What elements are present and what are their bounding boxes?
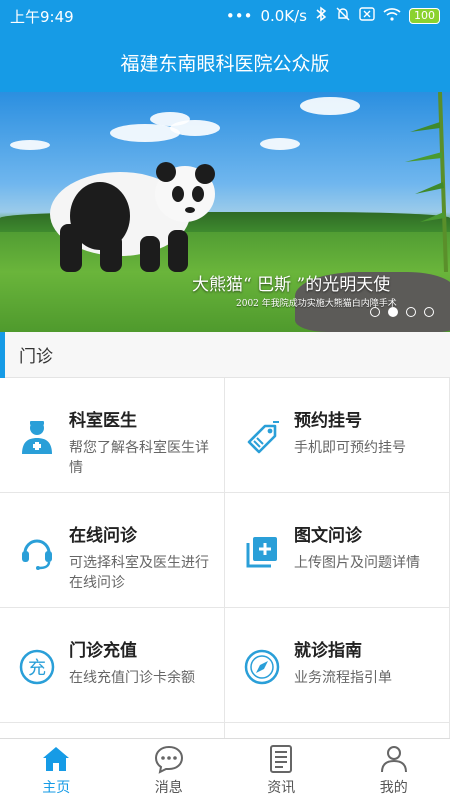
service-title: 门诊充值 [69, 641, 137, 661]
sim-icon [359, 7, 375, 25]
doctor-icon [22, 421, 52, 454]
tab-profile[interactable]: 我的 [338, 739, 450, 800]
tab-home[interactable]: 主页 [0, 739, 113, 800]
tab-label: 资讯 [267, 779, 296, 796]
carousel-dot[interactable] [424, 307, 434, 317]
cloud [300, 97, 360, 115]
service-recharge[interactable]: 充 门诊充值 在线充值门诊卡余额 [0, 608, 225, 723]
user-icon [380, 745, 407, 772]
tab-label: 我的 [379, 779, 408, 796]
app-header: 福建东南眼科医院公众版 [0, 32, 450, 92]
service-title: 预约挂号 [294, 411, 362, 431]
battery-indicator: 100 [409, 8, 440, 24]
service-desc: 手机即可预约挂号 [294, 440, 406, 456]
banner-carousel[interactable]: 大熊猫“ 巴斯 ”的光明天使 2002 年我院成功实施大熊猫白内障手术 [0, 92, 450, 332]
carousel-dot-active[interactable] [388, 307, 398, 317]
service-title: 在线问诊 [69, 526, 137, 546]
page-title: 福建东南眼科医院公众版 [120, 52, 330, 75]
news-icon [270, 744, 293, 773]
section-accent-bar [0, 331, 5, 378]
home-icon [43, 746, 70, 771]
service-online-consult[interactable]: 在线问诊 可选择科室及医生进行在线问诊 [0, 493, 225, 608]
wifi-icon [383, 7, 401, 25]
carousel-dot[interactable] [406, 307, 416, 317]
service-grid: 科室医生 帮您了解各科室医生详情 预约挂号 手机即可预约挂号 在线问诊 可选择科… [0, 378, 450, 740]
network-speed: 0.0K/s [260, 7, 307, 25]
service-department-doctors[interactable]: 科室医生 帮您了解各科室医生详情 [0, 378, 225, 493]
svg-text:充: 充 [28, 658, 46, 679]
status-dots: ••• [225, 7, 253, 25]
headset-icon [22, 539, 52, 570]
mute-icon [335, 6, 351, 26]
compass-icon [244, 649, 280, 685]
banner-caption: 大熊猫“ 巴斯 ”的光明天使 [192, 275, 391, 295]
tab-label: 主页 [42, 779, 71, 796]
service-title: 图文问诊 [294, 526, 362, 546]
status-icons: ••• 0.0K/s 100 [226, 6, 440, 26]
service-title: 科室医生 [69, 411, 137, 431]
panda-illustration [50, 162, 215, 272]
bamboo-illustration [405, 92, 448, 272]
service-appointment[interactable]: 预约挂号 手机即可预约挂号 [225, 378, 450, 493]
carousel-dots [370, 307, 434, 317]
tab-label: 消息 [154, 779, 183, 796]
service-desc: 业务流程指引单 [294, 670, 392, 686]
service-desc: 可选择科室及医生进行在线问诊 [69, 555, 209, 591]
service-desc: 在线充值门诊卡余额 [69, 670, 195, 686]
section-title: 门诊 [19, 347, 53, 367]
status-time: 上午9:49 [10, 7, 74, 26]
bluetooth-icon [315, 6, 327, 26]
service-guide[interactable]: 就诊指南 业务流程指引单 [225, 608, 450, 723]
cloud [110, 124, 180, 142]
service-title: 就诊指南 [294, 641, 362, 661]
tab-news[interactable]: 资讯 [225, 739, 338, 800]
tab-messages[interactable]: 消息 [113, 739, 226, 800]
carousel-dot[interactable] [370, 307, 380, 317]
service-desc: 帮您了解各科室医生详情 [69, 440, 209, 476]
service-desc: 上传图片及问题详情 [294, 555, 420, 571]
image-add-icon [246, 537, 277, 568]
recharge-icon: 充 [19, 649, 55, 685]
service-image-consult[interactable]: 图文问诊 上传图片及问题详情 [225, 493, 450, 608]
bottom-tab-bar: 主页 消息 资讯 我的 [0, 738, 450, 800]
cloud [260, 138, 300, 150]
section-header-outpatient: 门诊 [0, 331, 450, 378]
status-bar: 上午9:49 ••• 0.0K/s 100 [0, 0, 450, 32]
tag-icon [247, 421, 279, 454]
chat-icon [154, 745, 183, 774]
